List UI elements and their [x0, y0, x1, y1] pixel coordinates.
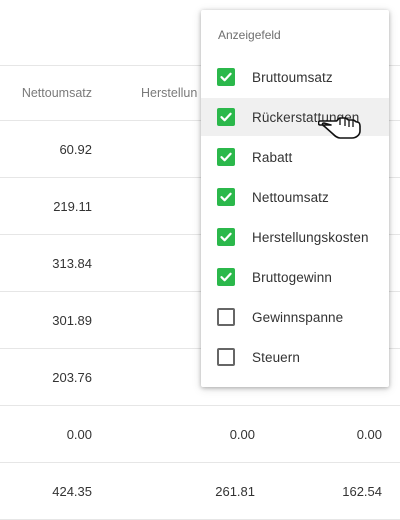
column-header-nettoumsatz[interactable]: Nettoumsatz: [0, 65, 92, 120]
field-option-rabatt[interactable]: Rabatt: [201, 138, 389, 176]
field-selector-title: Anzeigefeld: [218, 28, 281, 42]
table-cell: 203.76: [52, 369, 92, 385]
checkbox-checked-icon[interactable]: [217, 268, 235, 286]
checkbox-checked-icon[interactable]: [217, 188, 235, 206]
checkbox-checked-icon[interactable]: [217, 148, 235, 166]
table-cell: 162.54: [342, 483, 382, 499]
table-cell: 313.84: [52, 255, 92, 271]
field-option-label: Herstellungskosten: [252, 229, 369, 245]
table-row: 0.00 0.00 0.00: [0, 406, 400, 463]
table-cell: 261.81: [215, 483, 255, 499]
table-cell: 219.11: [53, 198, 92, 214]
field-option-label: Nettoumsatz: [252, 189, 329, 205]
checkbox-unchecked-icon[interactable]: [217, 308, 235, 326]
checkbox-checked-icon[interactable]: [217, 68, 235, 86]
table-cell: 0.00: [66, 426, 92, 442]
table-cell: 0.00: [229, 426, 255, 442]
field-option-steuern[interactable]: Steuern: [201, 338, 389, 376]
field-option-label: Rabatt: [252, 149, 293, 165]
field-option-label: Steuern: [252, 349, 300, 365]
field-option-label: Bruttogewinn: [252, 269, 332, 285]
table-cell: 0.00: [356, 426, 382, 442]
field-option-label: Gewinnspanne: [252, 309, 344, 325]
table-cell: 424.35: [52, 483, 92, 499]
field-option-label: Bruttoumsatz: [252, 69, 333, 85]
field-option-herstellungskosten[interactable]: Herstellungskosten: [201, 218, 389, 256]
checkbox-unchecked-icon[interactable]: [217, 348, 235, 366]
field-option-bruttogewinn[interactable]: Bruttogewinn: [201, 258, 389, 296]
table-row: 424.35 261.81 162.54: [0, 463, 400, 520]
checkbox-checked-icon[interactable]: [217, 108, 235, 126]
table-cell: 60.92: [59, 141, 92, 157]
field-option-bruttoumsatz[interactable]: Bruttoumsatz: [201, 58, 389, 96]
field-selector-dropdown: Anzeigefeld Bruttoumsatz Rückerstattunge…: [201, 10, 389, 387]
checkbox-checked-icon[interactable]: [217, 228, 235, 246]
field-option-gewinnspanne[interactable]: Gewinnspanne: [201, 298, 389, 336]
hand-pointer-icon: [318, 117, 361, 139]
field-option-nettoumsatz[interactable]: Nettoumsatz: [201, 178, 389, 216]
table-cell: 301.89: [52, 312, 92, 328]
